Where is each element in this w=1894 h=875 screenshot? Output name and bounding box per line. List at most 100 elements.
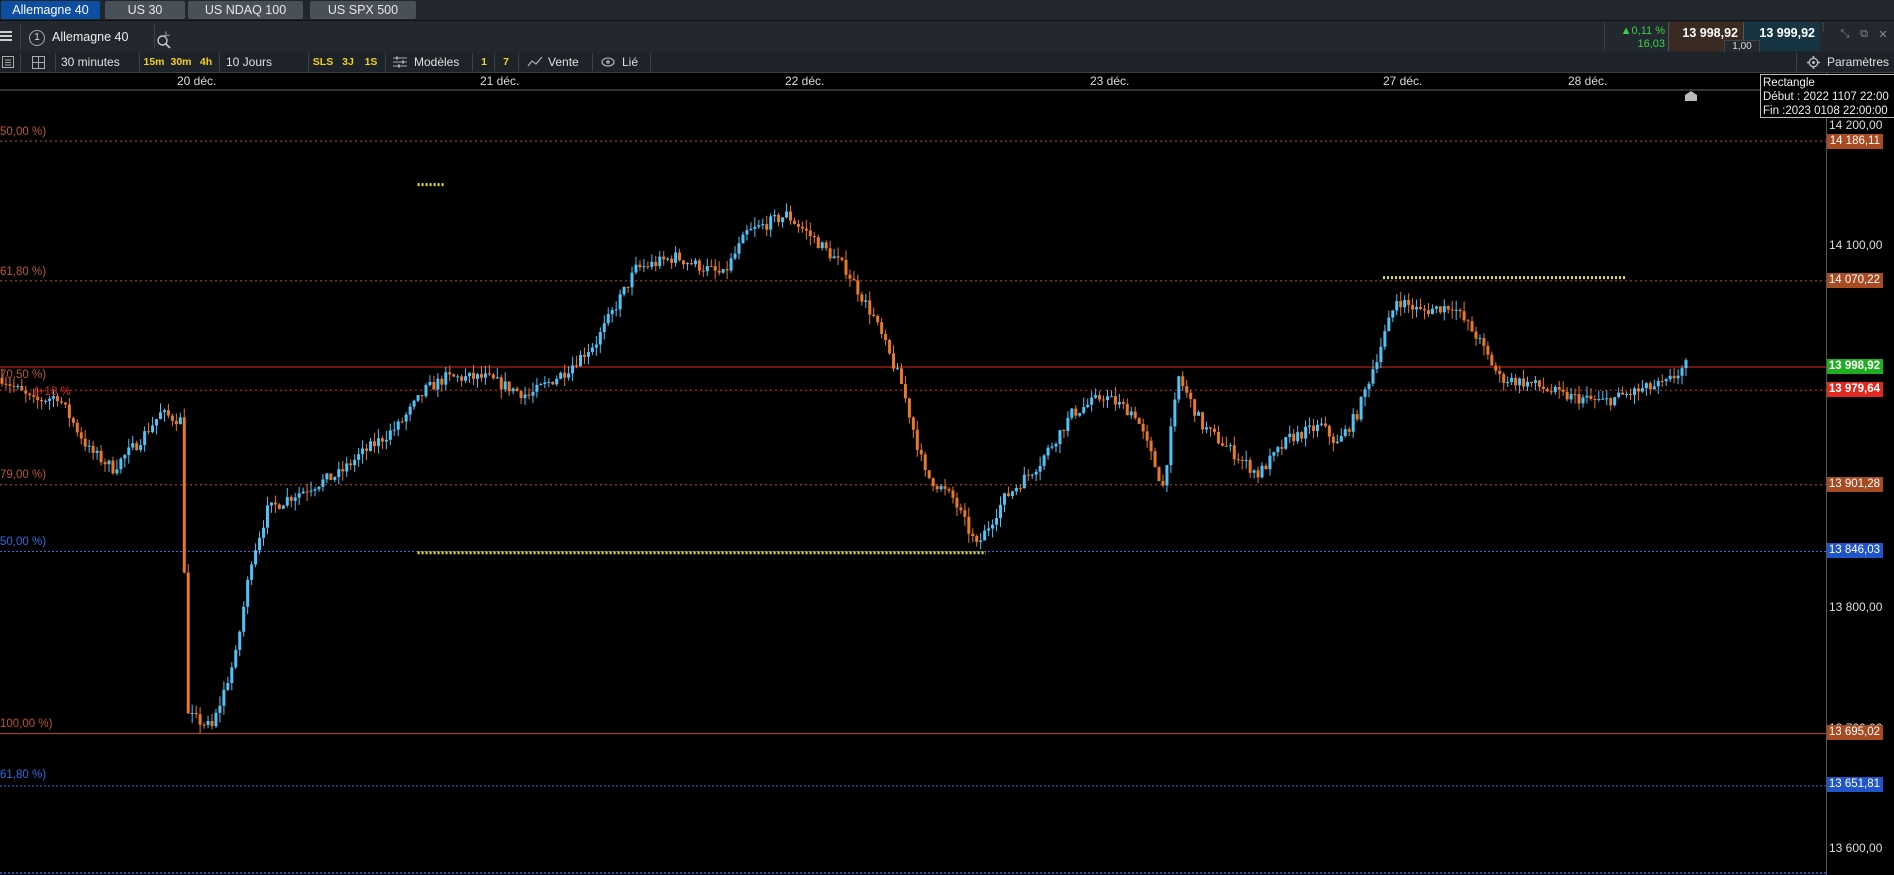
candle-down — [626, 286, 630, 288]
candle-up — [151, 425, 155, 433]
add-tab-button[interactable]: + — [161, 26, 171, 46]
candle-down — [1419, 306, 1423, 309]
detach-window-icon[interactable]: ⧉ — [1857, 28, 1871, 42]
candle-up — [376, 438, 380, 446]
candle-down — [507, 381, 511, 392]
counter-1-button[interactable]: 1 — [478, 53, 490, 71]
candle-up — [999, 504, 1003, 519]
counter-7-button[interactable]: 7 — [500, 53, 512, 71]
candle-down — [63, 402, 67, 405]
candle-up — [131, 443, 135, 448]
candle-down — [789, 211, 793, 221]
tooltip-title: Rectangle — [1763, 77, 1815, 89]
candle-down — [448, 372, 452, 375]
date-label: 20 déc. — [177, 74, 217, 88]
candle-up — [1042, 455, 1046, 466]
candle-down — [8, 384, 12, 386]
tab-allemagne-40[interactable]: Allemagne 40 — [1, 1, 100, 19]
candle-up — [1533, 380, 1537, 383]
instrument-selector[interactable]: 1 Allemagne 40 — [26, 27, 171, 49]
candle-up — [1335, 441, 1339, 443]
interval-15m-button[interactable]: 15m — [142, 53, 166, 71]
candle-down — [174, 420, 178, 425]
candle-down — [638, 264, 642, 268]
sell-button[interactable]: Vente — [548, 53, 588, 71]
gear-icon[interactable] — [1807, 56, 1820, 69]
candle-down — [678, 252, 682, 261]
candle-down — [1561, 389, 1565, 392]
fib-level-label: 70,50 %) — [0, 369, 47, 381]
candle-up — [436, 378, 440, 390]
candle-down — [1621, 392, 1625, 395]
candle-down — [1062, 430, 1066, 432]
candle-up — [1086, 404, 1090, 408]
tooltip-end: Fin :2023 0108 22:00:00 — [1763, 105, 1888, 117]
price-level-badge: 14 070,22 — [1827, 273, 1883, 288]
candle-up — [408, 406, 412, 415]
candle-up — [650, 261, 654, 267]
candle-up — [939, 486, 943, 490]
candle-up — [1094, 395, 1098, 398]
candle-up — [285, 497, 289, 506]
settings-button[interactable]: Paramètres — [1827, 53, 1893, 71]
candle-up — [317, 486, 321, 490]
range-1s-button[interactable]: 1S — [362, 53, 380, 71]
timeframe-select[interactable]: 30 minutes — [61, 53, 136, 71]
list-view-icon[interactable] — [2, 56, 14, 68]
candle-up — [1105, 396, 1109, 401]
candle-down — [1462, 311, 1466, 321]
candle-down — [1545, 388, 1549, 392]
candle-down — [1102, 399, 1106, 401]
fib-level-label: 61,80 %) — [0, 769, 47, 781]
candle-up — [246, 579, 250, 607]
price-chart[interactable] — [0, 73, 1894, 875]
candle-up — [1268, 455, 1272, 470]
candle-down — [1482, 338, 1486, 346]
hamburger-menu-icon[interactable] — [0, 29, 12, 43]
templates-button[interactable]: Modèles — [414, 53, 469, 71]
candle-down — [856, 280, 860, 295]
drag-handle-icon[interactable]: ⁞ — [1820, 22, 1826, 50]
candle-up — [1002, 493, 1006, 505]
candle-up — [737, 243, 741, 254]
range-sls-button[interactable]: SLS — [312, 53, 334, 71]
candle-down — [563, 372, 567, 378]
chart-canvas[interactable] — [0, 73, 1894, 875]
candle-up — [1454, 309, 1458, 311]
candle-up — [222, 689, 226, 706]
drawing-tooltip: Rectangle Début : 2022 1107 22:00 Fin :2… — [1760, 74, 1894, 118]
candle-up — [1173, 399, 1177, 427]
candle-down — [1422, 308, 1426, 311]
candle-down — [1098, 395, 1102, 400]
candle-up — [483, 373, 487, 378]
linked-button[interactable]: Lié — [622, 53, 652, 71]
layout-grid-icon[interactable] — [32, 56, 45, 69]
collapse-icon[interactable]: ⤡ — [1838, 28, 1852, 42]
candle-up — [206, 720, 210, 725]
candle-up — [412, 400, 416, 407]
candle-up — [567, 373, 571, 378]
candle-down — [713, 266, 717, 271]
interval-4h-button[interactable]: 4h — [197, 53, 215, 71]
close-icon[interactable]: ✕ — [1876, 28, 1890, 42]
candle-down — [725, 269, 729, 271]
fib-level-label: 50,00 %) — [0, 126, 47, 138]
candle-up — [769, 216, 773, 230]
tab-us-spx-500[interactable]: US SPX 500 — [310, 1, 416, 19]
candle-up — [634, 264, 638, 273]
range-select[interactable]: 10 Jours — [226, 53, 306, 71]
candle-down — [40, 399, 44, 402]
tab-us-30[interactable]: US 30 — [105, 1, 185, 19]
interval-30m-button[interactable]: 30m — [169, 53, 193, 71]
candle-down — [1593, 398, 1597, 400]
candle-down — [836, 256, 840, 258]
range-3j-button[interactable]: 3J — [339, 53, 357, 71]
candle-up — [265, 505, 269, 528]
candle-up — [535, 384, 539, 392]
candle-down — [365, 448, 369, 451]
candle-down — [277, 504, 281, 509]
candle-down — [1113, 396, 1117, 405]
candle-up — [357, 454, 361, 460]
candle-up — [238, 631, 242, 650]
tab-us-ndaq-100[interactable]: US NDAQ 100 — [188, 1, 303, 19]
